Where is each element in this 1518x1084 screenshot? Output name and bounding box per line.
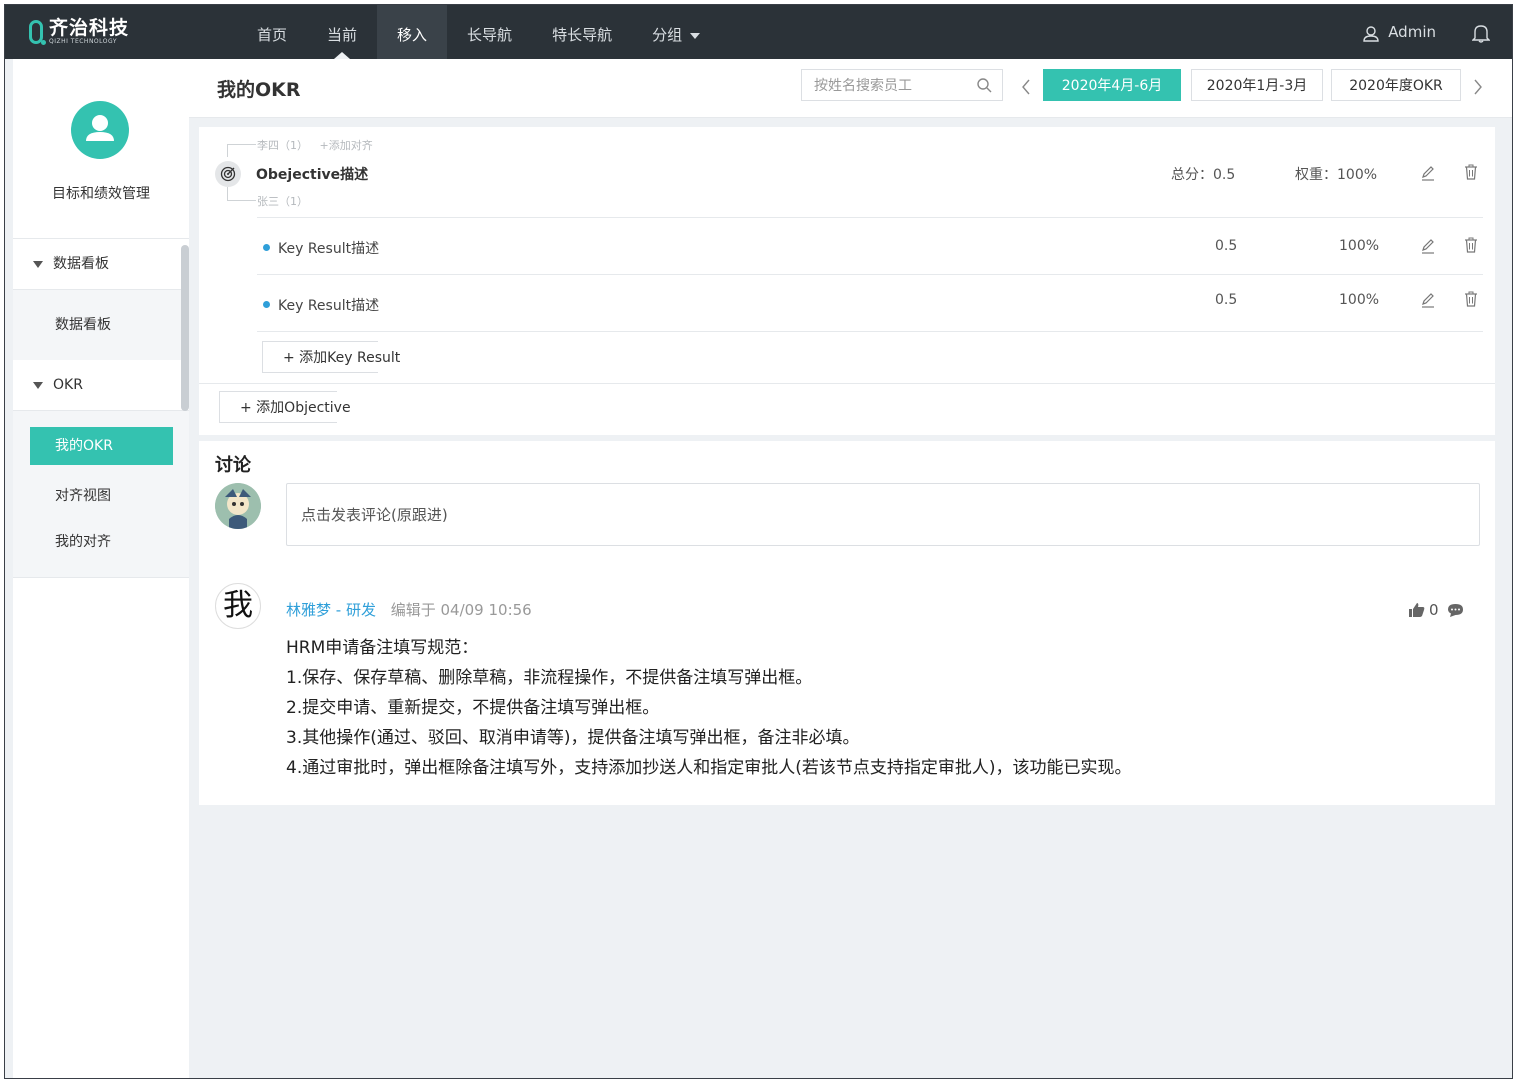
logo-mark-icon [29, 20, 46, 45]
comment-input[interactable]: 点击发表评论(原跟进) [286, 483, 1480, 546]
trash-icon[interactable] [1464, 291, 1478, 307]
nav-item-long-nav[interactable]: 长导航 [447, 5, 532, 59]
post-meta: 林雅梦 - 研发 编辑于 04/09 10:56 [286, 599, 532, 620]
search-icon[interactable] [976, 77, 992, 93]
menu-group-dashboard[interactable]: 数据看板 [13, 239, 189, 290]
logo-name: 齐治科技 [49, 17, 130, 39]
objective-title[interactable]: Obejective描述 [256, 164, 368, 184]
sidebar-scrollbar[interactable] [181, 245, 189, 411]
like-count: 0 [1429, 601, 1439, 619]
key-result-title[interactable]: Key Result描述 [278, 238, 379, 258]
app-window: 齐治科技 QIZHI TECHNOLOGY 首页 当前 移入 长导航 特长导航 … [4, 4, 1513, 1079]
triangle-down-icon [33, 260, 43, 268]
post-line: 4.通过审批时，弹出框除备注填写外，支持添加抄送人和指定审批人(若该节点支持指定… [286, 758, 1132, 778]
edit-icon[interactable] [1421, 238, 1435, 254]
add-objective-button[interactable]: + 添加Objective [219, 391, 351, 423]
post-edited-time: 编辑于 04/09 10:56 [390, 601, 532, 619]
menu-sub-dashboard: 数据看板 [13, 290, 189, 360]
page-title: 我的OKR [217, 79, 301, 101]
objective-score: 总分：0.5 [1171, 167, 1236, 183]
key-result-row: Key Result描述 0.5 100% [257, 217, 1483, 274]
nav-item-group-dropdown[interactable]: 分组 [632, 5, 720, 59]
top-navbar: 齐治科技 QIZHI TECHNOLOGY 首页 当前 移入 长导航 特长导航 … [5, 5, 1512, 59]
add-alignment-link[interactable]: +添加对齐 [320, 139, 373, 152]
aligned-parent-name[interactable]: 李四（1） [257, 139, 308, 152]
period-year-2020[interactable]: 2020年度OKR [1331, 69, 1461, 101]
period-q1-2020[interactable]: 2020年1月-3月 [1191, 69, 1323, 101]
logo[interactable]: 齐治科技 QIZHI TECHNOLOGY [29, 15, 129, 49]
menu-sub-okr: 我的OKR 对齐视图 我的对齐 [13, 411, 189, 578]
section-divider [199, 383, 1495, 384]
menu-item-alignment-view[interactable]: 对齐视图 [30, 473, 173, 519]
nav-item-home[interactable]: 首页 [237, 5, 307, 59]
add-key-result-button[interactable]: + 添加Key Result [262, 341, 400, 373]
menu-item-my-alignment[interactable]: 我的对齐 [30, 519, 173, 565]
menu-item-dashboard[interactable]: 数据看板 [13, 290, 189, 360]
aligned-parent: 李四（1） +添加对齐 [257, 137, 373, 153]
menu-item-my-okr[interactable]: 我的OKR [30, 427, 173, 465]
page-header: 我的OKR 2020年4月-6月 2020年1月-3月 2020年度OKR [189, 59, 1512, 118]
current-user-avatar [215, 483, 261, 529]
chevron-right-icon[interactable] [1473, 79, 1483, 95]
triangle-down-icon [33, 381, 43, 389]
main-nav: 首页 当前 移入 长导航 特长导航 分组 [237, 5, 720, 59]
post-actions: 0 [1409, 601, 1464, 619]
discussion-title: 讨论 [215, 455, 251, 476]
row-divider [257, 331, 1483, 332]
objective-weight: 权重：100% [1295, 167, 1378, 183]
post-line: 2.提交申请、重新提交，不提供备注填写弹出框。 [286, 698, 660, 718]
key-result-score: 0.5 [1215, 238, 1238, 254]
trash-icon[interactable] [1464, 237, 1478, 253]
thumbs-up-icon[interactable] [1409, 603, 1425, 617]
key-result-weight: 100% [1339, 292, 1380, 308]
key-result-score: 0.5 [1215, 292, 1238, 308]
aligned-child-name[interactable]: 张三（1） [257, 193, 308, 209]
objective-row: 李四（1） +添加对齐 张三（1） Obejective描述 总分：0.5 权重… [199, 127, 1495, 217]
sidebar-header: 目标和绩效管理 [13, 59, 189, 239]
target-icon [215, 161, 241, 187]
employee-search [801, 69, 1003, 102]
search-input[interactable] [802, 70, 976, 102]
sidebar: 目标和绩效管理 数据看板 数据看板 OKR 我的OKR 对齐视图 我的对齐 [13, 59, 189, 1078]
key-result-title[interactable]: Key Result描述 [278, 295, 379, 315]
bullet-dot-icon [263, 301, 270, 308]
period-q2-2020[interactable]: 2020年4月-6月 [1043, 69, 1181, 101]
edit-icon[interactable] [1421, 165, 1435, 181]
post-line: 1.保存、保存草稿、删除草稿，非流程操作，不提供备注填写弹出框。 [286, 668, 813, 688]
trash-icon[interactable] [1464, 164, 1478, 180]
module-avatar-icon [71, 101, 129, 159]
chevron-left-icon[interactable] [1021, 79, 1031, 95]
logo-subtitle: QIZHI TECHNOLOGY [49, 38, 118, 45]
post-line: 3.其他操作(通过、驳回、取消申请等)，提供备注填写弹出框，备注非必填。 [286, 728, 860, 748]
module-title: 目标和绩效管理 [52, 186, 150, 202]
post-author-avatar: 我 [215, 583, 261, 629]
bullet-dot-icon [263, 244, 270, 251]
nav-item-move-in[interactable]: 移入 [377, 5, 448, 59]
user-icon [1363, 26, 1379, 42]
key-result-weight: 100% [1339, 238, 1380, 254]
post-author[interactable]: 林雅梦 - 研发 [286, 601, 376, 619]
menu-group-okr[interactable]: OKR [13, 360, 189, 411]
caret-down-icon [690, 32, 701, 39]
nav-item-current[interactable]: 当前 [307, 5, 377, 59]
discussion-panel: 讨论 点击发表评论(原跟进) 我 林雅梦 - 研发 编辑于 04/09 10:5… [199, 441, 1495, 805]
user-menu[interactable]: Admin [1362, 5, 1436, 59]
nav-item-extra-long-nav[interactable]: 特长导航 [532, 5, 632, 59]
tree-line [227, 144, 256, 157]
tree-line [227, 187, 256, 201]
key-result-row: Key Result描述 0.5 100% [257, 274, 1483, 331]
main-content: 我的OKR 2020年4月-6月 2020年1月-3月 2020年度OKR 李四… [189, 59, 1512, 1078]
user-name: Admin [1388, 23, 1436, 41]
comment-bubble-icon[interactable] [1447, 603, 1464, 618]
post-line: HRM申请备注填写规范： [286, 638, 479, 658]
post-body: HRM申请备注填写规范： 1.保存、保存草稿、删除草稿，非流程操作，不提供备注填… [286, 633, 1131, 783]
okr-card: 李四（1） +添加对齐 张三（1） Obejective描述 总分：0.5 权重… [199, 127, 1495, 435]
bell-icon[interactable] [1472, 23, 1490, 43]
edit-icon[interactable] [1421, 292, 1435, 308]
